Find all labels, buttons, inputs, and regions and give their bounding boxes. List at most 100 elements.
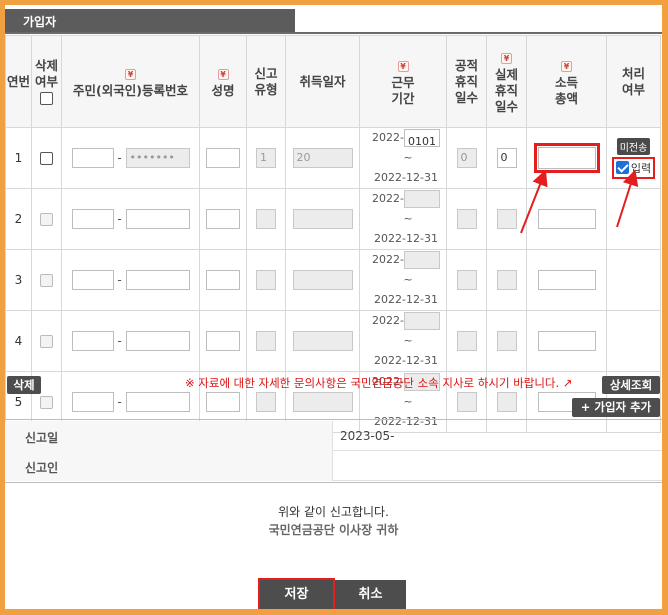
input-label: 입력 — [630, 161, 652, 175]
official-leave-input[interactable]: 0 — [456, 148, 477, 168]
col-actual-leave-l1: 실제 — [494, 66, 518, 82]
report-date-value: 2023-05- — [340, 429, 395, 443]
official-leave-input[interactable] — [456, 331, 477, 351]
period-end: 2022-12-31 — [374, 293, 438, 306]
col-delete: 삭제 여부 — [31, 35, 62, 128]
period-start-input[interactable] — [403, 312, 440, 330]
col-actual-leave: ¥ 실제 휴직 일수 — [486, 35, 527, 128]
delete-checkbox[interactable] — [40, 396, 53, 409]
acquire-date-input[interactable] — [292, 331, 353, 351]
rrn-front-input[interactable] — [71, 392, 114, 412]
section-divider — [5, 482, 662, 483]
col-official-leave-l3: 일수 — [454, 89, 478, 105]
period-end: 2022-12-31 — [374, 232, 438, 245]
actual-leave-input[interactable] — [496, 331, 517, 351]
name-input[interactable] — [206, 209, 240, 229]
col-income-l1: 소득 — [554, 74, 578, 90]
report-type-input[interactable] — [256, 270, 276, 290]
actual-leave-input[interactable] — [496, 270, 517, 290]
rrn-front-input[interactable] — [71, 209, 114, 229]
period-end: 2022-12-31 — [374, 354, 438, 367]
save-button[interactable]: 저장 — [258, 578, 335, 609]
report-type-input[interactable] — [256, 392, 276, 412]
tab-members[interactable]: 가입자 — [5, 9, 295, 33]
main-panel: 가입자 연번 삭제 여부 ¥ 주민(외국인)등록번호 ¥ 성명 신고 유형 취득… — [5, 5, 662, 609]
reporter-row: 신고인 — [5, 451, 662, 481]
declaration-text: 위와 같이 신고합니다. — [278, 505, 389, 519]
official-leave-input[interactable] — [456, 392, 477, 412]
delete-button[interactable]: 삭제 — [7, 376, 41, 394]
select-all-checkbox[interactable] — [40, 91, 53, 105]
acquire-date-input[interactable]: 20 — [292, 148, 353, 168]
report-type-input[interactable] — [256, 331, 276, 351]
status-badge: 미전송 — [616, 137, 651, 155]
col-rrn: ¥ 주민(외국인)등록번호 — [61, 35, 200, 128]
input-checkbox[interactable]: 입력 — [611, 156, 656, 179]
tab-strip: 가입자 — [5, 5, 662, 34]
col-actual-leave-l2: 휴직 — [494, 82, 518, 98]
col-delete-l1: 삭제 — [34, 57, 58, 73]
delete-checkbox[interactable] — [40, 274, 53, 287]
name-input[interactable] — [206, 392, 240, 412]
delete-checkbox[interactable] — [40, 335, 53, 348]
col-official-leave: 공적 휴직 일수 — [446, 35, 487, 128]
cancel-button[interactable]: 취소 — [335, 580, 406, 609]
required-icon: ¥ — [561, 60, 572, 72]
acquire-date-input[interactable] — [292, 209, 353, 229]
col-income: ¥ 소득 총액 — [526, 35, 607, 128]
row-no: 2 — [5, 188, 32, 250]
income-total-input[interactable] — [537, 209, 596, 229]
period-year: 2022- — [372, 314, 404, 327]
official-leave-input[interactable] — [456, 270, 477, 290]
contact-notice-text: ※ 자료에 대한 자세한 문의사항은 국민연금공단 소속 지사로 하시기 바랍니… — [185, 376, 560, 390]
col-official-leave-l1: 공적 — [454, 57, 478, 73]
income-total-input[interactable] — [533, 143, 600, 173]
required-icon: ¥ — [501, 52, 512, 64]
tab-underline — [5, 32, 662, 34]
col-delete-l2: 여부 — [34, 73, 58, 89]
row-no: 1 — [5, 127, 32, 189]
period-year: 2022- — [372, 192, 404, 205]
rrn-back-input[interactable]: ••••••• — [125, 148, 190, 168]
delete-checkbox[interactable] — [40, 213, 53, 226]
official-leave-input[interactable] — [456, 209, 477, 229]
detail-view-button[interactable]: 상세조회 — [602, 376, 660, 394]
name-input[interactable] — [206, 270, 240, 290]
rrn-front-input[interactable] — [71, 148, 114, 168]
rrn-back-input[interactable] — [125, 331, 190, 351]
income-total-input[interactable] — [537, 270, 596, 290]
report-type-input[interactable]: 1 — [256, 148, 276, 168]
actual-leave-input[interactable] — [496, 209, 517, 229]
actual-leave-input[interactable] — [496, 392, 517, 412]
col-name-label: 성명 — [211, 82, 235, 98]
table-row: 3 - 2022-~ 2022-12-31 — [5, 249, 661, 311]
name-input[interactable] — [206, 331, 240, 351]
income-total-input[interactable] — [537, 331, 596, 351]
period-end: 2022-12-31 — [374, 171, 438, 184]
reporter-label: 신고인 — [5, 451, 333, 481]
period-start-input[interactable] — [403, 190, 440, 208]
required-icon: ¥ — [217, 68, 229, 80]
delete-checkbox[interactable] — [40, 152, 53, 165]
col-no: 연번 — [5, 35, 32, 128]
col-report-type-l1: 신고 — [254, 65, 278, 81]
period-start-input[interactable]: 0101 — [403, 129, 440, 147]
name-input[interactable] — [206, 148, 240, 168]
rrn-front-input[interactable] — [71, 331, 114, 351]
col-work-period: ¥ 근무 기간 — [359, 35, 447, 128]
acquire-date-input[interactable] — [292, 392, 353, 412]
required-icon: ¥ — [125, 68, 136, 80]
rrn-back-input[interactable] — [125, 209, 190, 229]
rrn-back-input[interactable] — [125, 270, 190, 290]
report-type-input[interactable] — [256, 209, 276, 229]
rrn-back-input[interactable] — [125, 392, 190, 412]
col-process-l2: 여부 — [621, 81, 645, 97]
row-no: 3 — [5, 249, 32, 311]
add-member-button[interactable]: + 가입자 추가 — [572, 398, 660, 417]
period-start-input[interactable] — [403, 251, 440, 269]
col-work-period-l1: 근무 — [391, 74, 415, 90]
acquire-date-input[interactable] — [292, 270, 353, 290]
rrn-front-input[interactable] — [71, 270, 114, 290]
actual-leave-input[interactable]: 0 — [496, 148, 517, 168]
col-name: ¥ 성명 — [199, 35, 247, 128]
